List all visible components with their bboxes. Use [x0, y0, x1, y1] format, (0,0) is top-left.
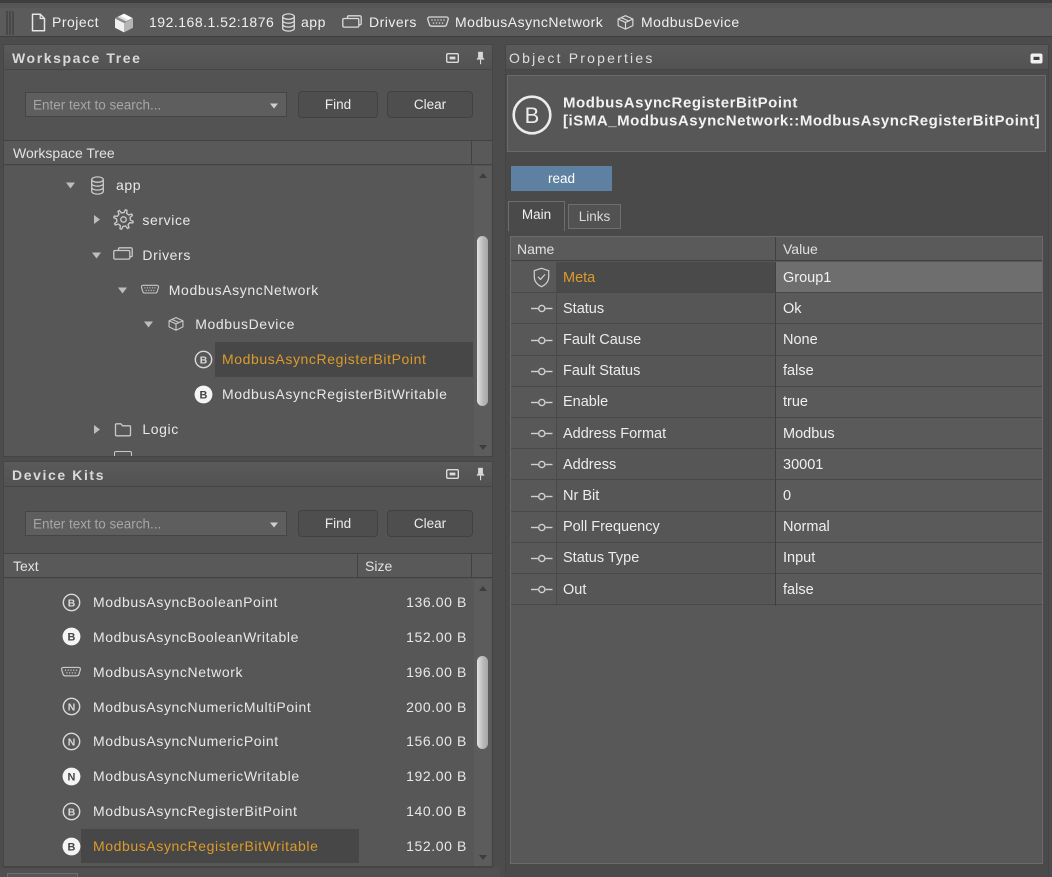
svg-text:B: B [199, 389, 207, 401]
svg-text:B: B [67, 807, 75, 818]
svg-text:B: B [67, 598, 75, 609]
svg-text:B: B [199, 355, 207, 366]
svg-text:N: N [67, 702, 75, 713]
svg-text:B: B [67, 632, 75, 644]
svg-text:B: B [67, 841, 75, 853]
svg-text:N: N [67, 771, 75, 783]
svg-text:N: N [67, 737, 75, 748]
svg-text:B: B [525, 103, 540, 128]
